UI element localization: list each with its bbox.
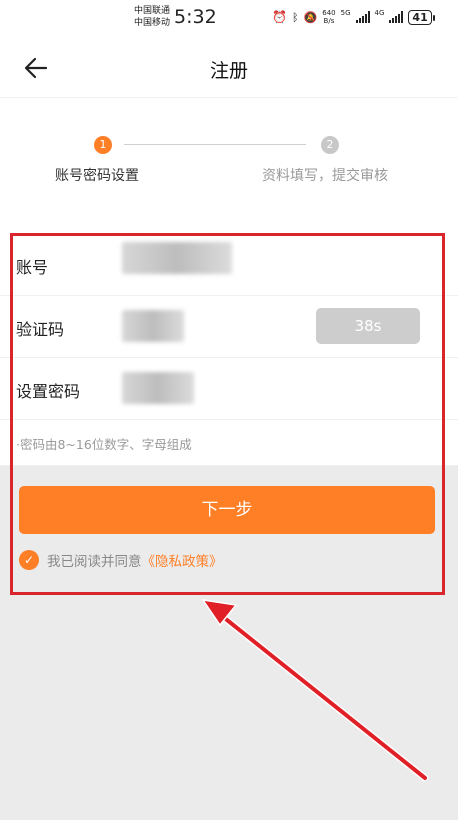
bluetooth-icon: ᛒ — [291, 10, 299, 24]
network-speed: 640 B/s — [322, 9, 336, 25]
carrier-1: 中国联通 — [134, 6, 171, 16]
next-step-button[interactable]: 下一步 — [19, 486, 435, 534]
network-type-2: 4G — [374, 9, 385, 17]
carrier-info: 中国联通 中国移动 — [134, 5, 170, 29]
battery-icon: 41 — [408, 9, 436, 25]
step-connector — [124, 144, 306, 145]
page-title: 注册 — [209, 60, 248, 82]
network-type-1: 5G — [340, 9, 351, 17]
agreement-row: ✓ 我已阅读并同意《隐私政策》 — [19, 550, 223, 570]
privacy-policy-link[interactable]: 《隐私政策》 — [142, 554, 223, 570]
status-icons: ⏰ ᛒ 🔕 640 B/s 5G 4G 41 — [272, 9, 436, 25]
carrier-2: 中国移动 — [134, 18, 171, 28]
signal-icon — [389, 11, 404, 23]
account-label: 账号 — [16, 258, 49, 277]
nav-bar: 注册 — [0, 36, 458, 98]
step-2-label: 资料填写，提交审核 — [262, 168, 388, 184]
step-1-label: 账号密码设置 — [55, 168, 139, 184]
agreement-text: 我已阅读并同意 — [47, 554, 142, 570]
account-row[interactable]: 账号 — [0, 234, 458, 296]
password-hint: ·密码由8~16位数字、字母组成 — [16, 437, 192, 452]
alarm-icon: ⏰ — [272, 10, 287, 24]
agreement-checkbox[interactable]: ✓ — [19, 550, 39, 570]
check-icon: ✓ — [23, 553, 35, 567]
password-value-redacted[interactable] — [122, 372, 194, 404]
status-time: 5:32 — [174, 6, 217, 28]
send-code-button[interactable]: 38s — [316, 308, 420, 344]
password-row[interactable]: 设置密码 — [0, 358, 458, 420]
status-bar: 中国联通 中国移动 5:32 ⏰ ᛒ 🔕 640 B/s 5G 4G 41 — [0, 0, 458, 36]
code-label: 验证码 — [16, 320, 65, 339]
mute-icon: 🔕 — [303, 10, 318, 24]
password-label: 设置密码 — [16, 382, 81, 401]
password-hint-row: ·密码由8~16位数字、字母组成 — [0, 420, 458, 466]
code-row[interactable]: 验证码 38s — [0, 296, 458, 358]
account-value-redacted[interactable] — [122, 242, 232, 274]
registration-form: 账号 验证码 38s 设置密码 ·密码由8~16位数字、字母组成 — [0, 234, 458, 466]
signal-icon — [355, 11, 370, 23]
step-indicator: 1 2 账号密码设置 资料填写，提交审核 — [0, 98, 458, 234]
code-value-redacted[interactable] — [122, 310, 184, 342]
step-1-number: 1 — [94, 136, 112, 154]
step-2-number: 2 — [321, 136, 339, 154]
